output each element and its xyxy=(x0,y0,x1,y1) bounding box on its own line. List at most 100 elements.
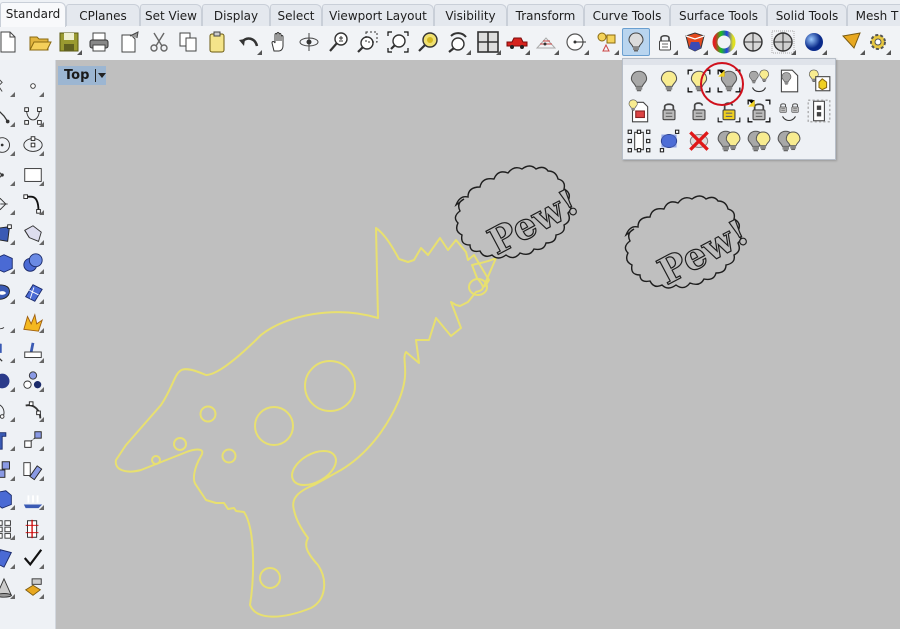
curve-control-points-button[interactable] xyxy=(21,104,45,128)
render-light-button[interactable] xyxy=(21,576,45,600)
tab-select[interactable]: Select xyxy=(270,4,322,26)
rectangle-button[interactable] xyxy=(21,163,45,187)
zoom-extents-button[interactable] xyxy=(384,28,412,56)
curve-from-objects-button[interactable]: 3 xyxy=(0,310,16,334)
paste-button[interactable] xyxy=(203,28,231,56)
isolate-locked-button[interactable] xyxy=(745,127,773,155)
tab-visibility[interactable]: Visibility xyxy=(434,4,507,26)
lock-in-detail-button[interactable] xyxy=(745,97,773,125)
grid-options-button[interactable] xyxy=(532,28,560,56)
lock-button[interactable] xyxy=(651,28,679,56)
lock-objects-button[interactable] xyxy=(655,97,683,125)
pew-text-2[interactable]: Pew! xyxy=(624,195,756,294)
ray-gun-small-port-2[interactable] xyxy=(173,437,187,451)
layer-properties-button[interactable] xyxy=(681,28,709,56)
tab-viewport-layout[interactable]: Viewport Layout xyxy=(322,4,434,26)
array-linear-button[interactable] xyxy=(21,487,45,511)
boolean-union-button[interactable] xyxy=(21,251,45,275)
arc-button[interactable] xyxy=(0,163,16,187)
undo-button[interactable] xyxy=(235,28,263,56)
options-gear-button[interactable] xyxy=(864,28,892,56)
new-document-button[interactable] xyxy=(0,28,22,56)
split-button[interactable] xyxy=(0,340,16,364)
zoom-window-button[interactable] xyxy=(354,28,382,56)
point-cloud-button[interactable] xyxy=(21,74,45,98)
shaded-sphere-button[interactable] xyxy=(769,28,797,56)
zoom-dynamic-button[interactable] xyxy=(325,28,353,56)
tab-solid-tools[interactable]: Solid Tools xyxy=(767,4,847,26)
ray-gun-outline[interactable] xyxy=(114,227,497,618)
print-button[interactable] xyxy=(85,28,113,56)
save-button[interactable] xyxy=(55,28,83,56)
move-copy-button[interactable] xyxy=(0,458,16,482)
isolate-button[interactable] xyxy=(715,127,743,155)
swap-locked-button[interactable] xyxy=(775,97,803,125)
wireframe-sphere-button[interactable] xyxy=(739,28,767,56)
tab-cplanes[interactable]: CPlanes xyxy=(66,4,140,26)
select-objects-button[interactable] xyxy=(592,28,620,56)
cplane-circle-button[interactable] xyxy=(562,28,590,56)
ray-gun-small-port-4[interactable] xyxy=(221,448,237,464)
ellipse-button[interactable] xyxy=(21,133,45,157)
check-button[interactable] xyxy=(21,546,45,570)
ray-gun-curves[interactable] xyxy=(114,227,497,618)
rotate-view-button[interactable] xyxy=(295,28,323,56)
offset-curve-button[interactable] xyxy=(0,399,16,423)
mesh-surface-button[interactable] xyxy=(21,281,45,305)
unlock-objects-button[interactable] xyxy=(685,97,713,125)
ray-gun-grip-hole[interactable] xyxy=(259,567,281,589)
polyline-button[interactable] xyxy=(0,104,16,128)
tab-display[interactable]: Display xyxy=(202,4,270,26)
box-solid-button[interactable] xyxy=(0,251,16,275)
hide-mesh-button[interactable] xyxy=(655,127,683,155)
hide-control-points-button[interactable] xyxy=(805,97,833,125)
ray-gun-medium-port[interactable] xyxy=(254,406,294,446)
extrude-surface-button[interactable] xyxy=(21,222,45,246)
unisolate-button[interactable] xyxy=(775,127,803,155)
tab-transform[interactable]: Transform xyxy=(507,4,584,26)
rendered-sphere-button[interactable] xyxy=(800,28,828,56)
open-folder-button[interactable] xyxy=(26,28,54,56)
cone-button[interactable] xyxy=(0,576,16,600)
pew-text-1[interactable]: Pew! xyxy=(454,165,586,264)
ray-gun-large-port[interactable] xyxy=(304,360,356,412)
arc-points-button[interactable] xyxy=(21,399,45,423)
cut-button[interactable] xyxy=(145,28,173,56)
sphere-solid-button[interactable] xyxy=(0,369,16,393)
show-block-button[interactable] xyxy=(805,67,833,95)
tab-mesh-t[interactable]: Mesh T xyxy=(847,4,900,26)
fillet-curve-button[interactable] xyxy=(21,192,45,216)
tab-standard[interactable]: Standard xyxy=(0,2,66,27)
car-named-views-button[interactable] xyxy=(503,28,531,56)
hide-objects-lightbulb-button[interactable] xyxy=(622,28,650,56)
trim-button[interactable] xyxy=(21,340,45,364)
hide-in-detail-button[interactable] xyxy=(715,67,743,95)
tab-set-view[interactable]: Set View xyxy=(140,4,202,26)
show-selected-button[interactable] xyxy=(685,67,713,95)
hide-points-button[interactable] xyxy=(775,67,803,95)
flyout-drag-handle[interactable] xyxy=(623,59,835,65)
show-control-points-button[interactable] xyxy=(625,127,653,155)
delete-hidden-button[interactable] xyxy=(685,127,713,155)
array-grid-button[interactable] xyxy=(0,517,16,541)
solid-box-button[interactable] xyxy=(0,487,16,511)
ray-gun-small-port-1[interactable] xyxy=(199,405,217,423)
undo-view-change-button[interactable] xyxy=(444,28,472,56)
import-button[interactable] xyxy=(116,28,144,56)
revolve-surface-button[interactable] xyxy=(0,281,16,305)
four-viewports-button[interactable] xyxy=(474,28,502,56)
point-button[interactable] xyxy=(0,74,16,98)
color-wheel-button[interactable] xyxy=(710,28,738,56)
copy-button[interactable] xyxy=(174,28,202,56)
ray-gun-small-port-3[interactable] xyxy=(151,455,161,465)
hide-in-viewport-button[interactable] xyxy=(625,97,653,125)
polygon-button[interactable] xyxy=(0,192,16,216)
blend-surface-button[interactable] xyxy=(0,546,16,570)
tab-curve-tools[interactable]: Curve Tools xyxy=(584,4,670,26)
show-objects-button[interactable] xyxy=(655,67,683,95)
spheres-group-button[interactable] xyxy=(21,369,45,393)
hide-objects-button[interactable] xyxy=(625,67,653,95)
explode-button[interactable] xyxy=(21,310,45,334)
swap-hidden-visible-button[interactable] xyxy=(745,67,773,95)
surface-from-points-button[interactable] xyxy=(0,222,16,246)
